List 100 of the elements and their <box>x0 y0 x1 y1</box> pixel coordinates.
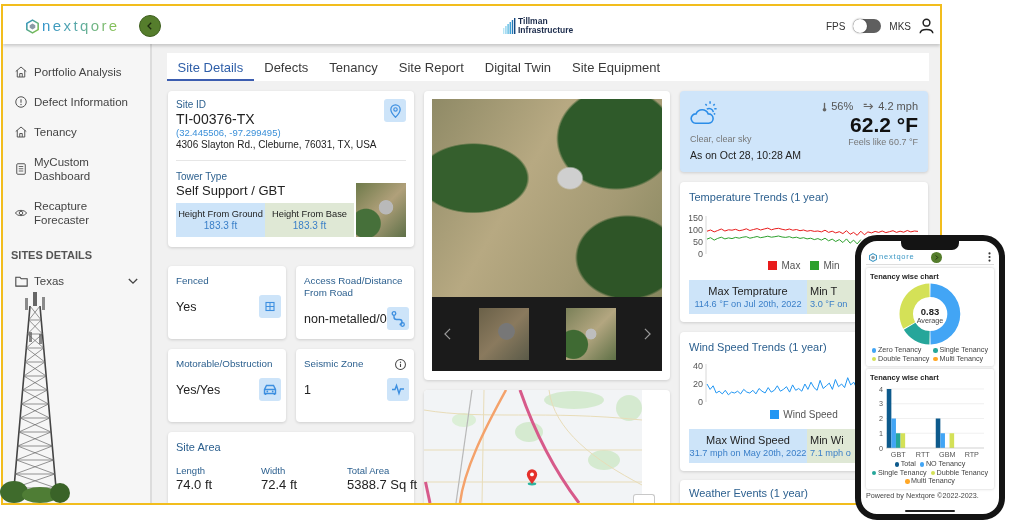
hexagon-logo-icon <box>869 252 877 262</box>
stat-label: Max Temprature <box>708 284 788 298</box>
sidebar-item[interactable]: MyCustom Dashboard <box>3 147 150 191</box>
route-icon <box>387 307 409 330</box>
legend-label[interactable]: Wind Speed <box>783 409 838 420</box>
more-menu-icon[interactable] <box>988 252 991 262</box>
stat-label: Min T <box>810 284 838 298</box>
field-value: 5388.7 Sq ft <box>347 477 418 492</box>
legend-label[interactable]: Max <box>781 260 801 271</box>
tab[interactable]: Site Report <box>388 53 475 81</box>
y-tick-label: 0 <box>698 397 703 407</box>
unit-toggle[interactable] <box>853 19 882 33</box>
bar[interactable] <box>886 389 892 448</box>
hexagon-logo-icon <box>26 18 39 34</box>
folder-icon <box>15 275 28 287</box>
height-value: 183.3 ft <box>292 220 327 232</box>
user-icon[interactable] <box>919 18 934 34</box>
stat-label: Min Wi <box>810 433 844 447</box>
stat-label: Max Wind Speed <box>706 433 790 447</box>
folder-item[interactable]: Texas <box>3 271 150 291</box>
legend-label[interactable]: Min <box>823 260 840 271</box>
card-title: Site Area <box>176 441 222 454</box>
field-label: Access Road/Distance From Road <box>304 275 404 299</box>
coordinates-link[interactable]: (32.445506, -97.299495) <box>176 127 377 139</box>
field-label: Tower Type <box>176 171 228 183</box>
brand-name: Tillman Infrastructure <box>518 16 574 36</box>
tab[interactable]: Digital Twin <box>474 53 562 81</box>
sidebar-item[interactable]: Tenancy <box>3 117 150 147</box>
photo-thumbnail[interactable] <box>566 308 616 360</box>
bar[interactable] <box>935 418 941 448</box>
phone-notch <box>901 241 959 250</box>
y-tick-label: 150 <box>689 213 703 223</box>
tower-type-value: Self Support / GBT <box>176 183 287 199</box>
donut-center-value: 0.83 <box>920 305 940 317</box>
wind-value: 4.2 mph <box>878 100 918 113</box>
field-value: 74.0 ft <box>176 477 214 492</box>
field-value: non-metalled/0 <box>304 310 387 327</box>
fence-grid-icon <box>259 295 281 318</box>
photo-thumbnail <box>356 183 406 237</box>
field-label: Length <box>176 465 207 477</box>
field-label: Total Area <box>347 465 391 477</box>
card-title: Wind Speed Trends (1 year) <box>689 341 827 354</box>
chevron-right-icon <box>933 254 939 260</box>
document-icon <box>15 163 27 175</box>
expand-sidebar-button[interactable] <box>930 251 942 263</box>
collapse-sidebar-button[interactable] <box>139 15 161 37</box>
car-icon <box>259 378 281 401</box>
field-label: Fenced <box>176 275 209 287</box>
tab[interactable]: Site Equipment <box>561 53 671 81</box>
next-button[interactable] <box>644 328 651 340</box>
timestamp-text: As on Oct 28, 10:28 AM <box>690 149 801 162</box>
info-icon[interactable] <box>395 359 406 370</box>
field-label: Motorable/Obstruction <box>176 358 273 370</box>
height-label: Height From Base <box>272 208 347 220</box>
field-value: Yes <box>176 298 197 315</box>
sidebar-item[interactable]: Defect Information <box>3 87 150 117</box>
home-icon <box>15 66 27 78</box>
home-icon <box>15 126 27 138</box>
map-marker-icon[interactable] <box>526 468 538 486</box>
photo-thumbnail[interactable] <box>479 308 529 360</box>
bars-logo-icon <box>503 18 516 34</box>
chevron-icon[interactable] <box>128 277 138 285</box>
location-button[interactable] <box>384 99 406 122</box>
sidebar-item[interactable]: Recapture Forecaster <box>3 191 150 235</box>
chevron-left-icon <box>444 328 451 340</box>
y-tick-label: 20 <box>693 379 703 389</box>
pulse-icon <box>387 378 409 401</box>
home-indicator <box>905 509 955 512</box>
chevron-right-icon <box>644 328 651 340</box>
tab[interactable]: Tenancy <box>318 53 389 81</box>
section-heading: SITES DETAILS <box>10 249 94 261</box>
alert-circle-icon <box>15 96 27 108</box>
height-value: 183.3 ft <box>203 220 238 232</box>
cloud-sun-icon <box>690 100 718 125</box>
previous-button[interactable] <box>444 328 451 340</box>
site-id: TI-00376-TX <box>176 111 256 127</box>
stat-value: 31.7 mph on May 20th, 2022 <box>689 446 807 459</box>
humidity-value: 56% <box>831 100 854 113</box>
sidebar-item[interactable]: Portfolio Analysis <box>3 57 150 87</box>
feels-like-text: Feels like 60.7 °F <box>848 137 918 148</box>
stat-value: 114.6 °F on Jul 20th, 2022 <box>694 297 802 310</box>
field-value: 72.4 ft <box>261 477 299 492</box>
card-title: Temperature Trends (1 year) <box>689 191 829 204</box>
card-title: Weather Events (1 year) <box>689 487 808 500</box>
y-tick-label: 50 <box>693 237 703 247</box>
field-value: Yes/Yes <box>176 381 221 398</box>
field-label: Site ID <box>176 99 207 111</box>
y-tick-label: 100 <box>689 225 703 235</box>
weather-condition: Clear, clear sky <box>690 134 752 145</box>
unit-label: FPS <box>825 20 846 32</box>
y-tick-label: 40 <box>693 361 703 371</box>
y-tick-label: 0 <box>698 249 703 258</box>
temperature-value: 62.2 °F <box>850 113 918 137</box>
eye-icon <box>15 207 27 219</box>
tab[interactable]: Site Details <box>167 53 254 81</box>
wind-arrow-icon <box>863 103 875 110</box>
stat-value: 3.0 °F on <box>810 297 848 310</box>
address-text: 4306 Slayton Rd., Cleburne, 76031, TX, USA <box>176 139 377 151</box>
field-label: Seismic Zone <box>304 358 364 370</box>
tab[interactable]: Defects <box>253 53 319 81</box>
